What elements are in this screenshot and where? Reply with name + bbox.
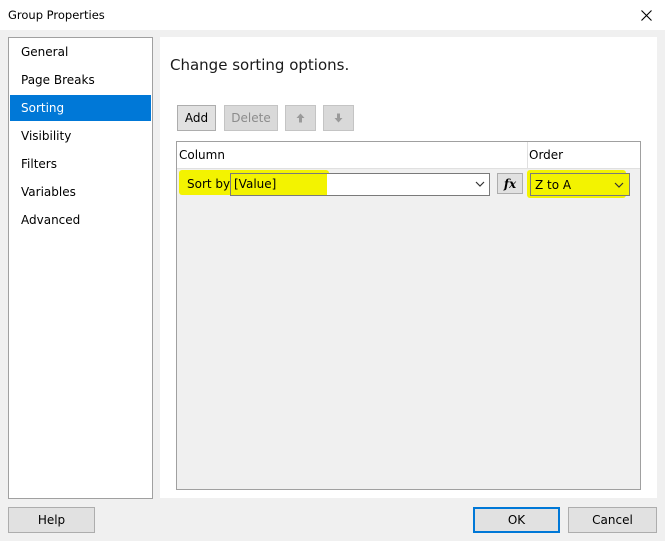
- delete-button[interactable]: Delete: [224, 105, 278, 131]
- close-icon: [640, 9, 652, 21]
- nav-item-sorting[interactable]: Sorting: [10, 95, 151, 121]
- ok-button[interactable]: OK: [473, 507, 560, 533]
- nav-item-advanced[interactable]: Advanced: [10, 207, 151, 233]
- order-header: Order: [529, 148, 564, 162]
- nav-item-variables[interactable]: Variables: [10, 179, 151, 205]
- grid-header: Column Order: [177, 142, 640, 169]
- order-value: Z to A: [535, 178, 572, 192]
- expression-button[interactable]: fx: [497, 173, 523, 194]
- arrow-down-icon: [334, 113, 343, 123]
- sort-by-label: Sort by: [187, 177, 231, 191]
- move-up-button[interactable]: [285, 105, 316, 131]
- add-button[interactable]: Add: [177, 105, 216, 131]
- move-down-button[interactable]: [323, 105, 354, 131]
- cancel-button[interactable]: Cancel: [568, 507, 657, 533]
- order-combo[interactable]: Z to A: [530, 173, 630, 196]
- chevron-down-icon[interactable]: [474, 177, 486, 191]
- nav-item-visibility[interactable]: Visibility: [10, 123, 151, 149]
- title-bar: Group Properties: [0, 0, 665, 30]
- chevron-down-icon[interactable]: [613, 178, 625, 192]
- help-button[interactable]: Help: [8, 507, 95, 533]
- nav-item-filters[interactable]: Filters: [10, 151, 151, 177]
- close-button[interactable]: [635, 4, 657, 26]
- sort-value: [Value]: [234, 177, 277, 191]
- arrow-up-icon: [296, 113, 305, 123]
- column-header: Column: [179, 148, 225, 162]
- nav-item-general[interactable]: General: [10, 39, 151, 65]
- nav-item-page-breaks[interactable]: Page Breaks: [10, 67, 151, 93]
- sort-expression-combo[interactable]: [Value]: [230, 173, 490, 196]
- window-title: Group Properties: [8, 8, 105, 22]
- page-heading: Change sorting options.: [170, 56, 350, 74]
- column-divider: [527, 142, 528, 169]
- nav-panel: General Page Breaks Sorting Visibility F…: [8, 37, 153, 499]
